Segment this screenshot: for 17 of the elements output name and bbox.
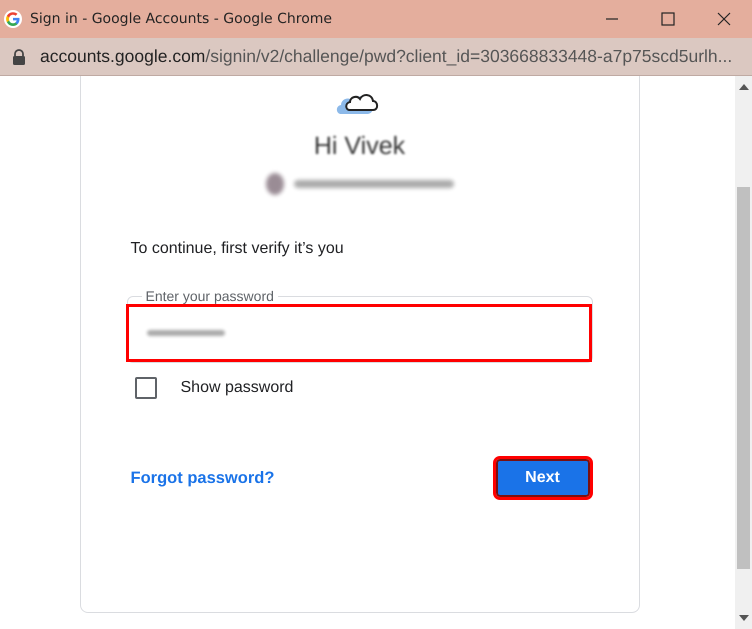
password-field[interactable]: Enter your password bbox=[126, 288, 592, 363]
window-title: Sign in - Google Accounts - Google Chrome bbox=[30, 11, 334, 27]
close-icon[interactable] bbox=[717, 12, 731, 26]
checkbox-label[interactable]: Show password bbox=[180, 379, 294, 397]
maximize-icon[interactable] bbox=[661, 12, 675, 26]
scroll-down-icon[interactable] bbox=[738, 615, 748, 621]
checkbox[interactable] bbox=[134, 377, 156, 399]
forgot-password-link[interactable]: Forgot password? bbox=[130, 468, 274, 488]
field-label: Enter your password bbox=[144, 288, 275, 304]
lock-icon bbox=[12, 48, 26, 64]
greeting: Hi Vivek bbox=[314, 132, 406, 161]
avatar bbox=[266, 173, 284, 195]
scroll-up-icon[interactable] bbox=[738, 84, 748, 90]
google-logo-icon bbox=[4, 10, 22, 28]
prompt-text: To continue, first verify it’s you bbox=[130, 240, 345, 258]
scrollbar[interactable] bbox=[735, 76, 752, 629]
scroll-thumb[interactable] bbox=[737, 187, 750, 569]
